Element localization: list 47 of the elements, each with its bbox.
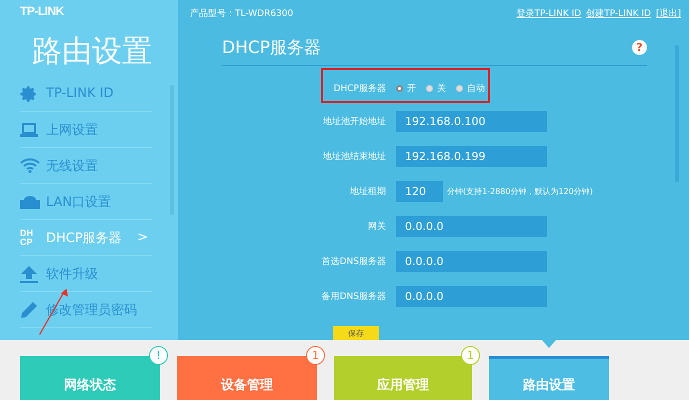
sidebar-item[interactable]: 上网设置 xyxy=(20,112,152,148)
header-link[interactable]: [退出] xyxy=(656,7,681,20)
help-button[interactable]: ? xyxy=(632,40,647,55)
input-field[interactable]: 192.168.0.199 xyxy=(396,146,547,167)
sidebar-item[interactable]: 软件升级 xyxy=(20,256,152,292)
input-field[interactable]: 192.168.0.100 xyxy=(396,111,547,132)
model-label: 产品型号：TL-WDR6300 xyxy=(190,8,294,20)
nav-tile[interactable]: 路由设置 xyxy=(489,356,609,400)
field-label: 备用DNS服务器 xyxy=(320,290,386,303)
dhcp-icon: DH CP xyxy=(20,228,33,246)
input-field[interactable]: 0.0.0.0 xyxy=(396,251,547,272)
nav-tile[interactable]: 网络状态 xyxy=(20,356,160,400)
field-label: 地址池开始地址 xyxy=(322,116,386,128)
field-label: DHCP服务器 xyxy=(332,82,386,94)
sidebar-item[interactable]: 无线设置 xyxy=(20,148,152,184)
logo: TP-LINK xyxy=(20,3,65,18)
input-field[interactable]: 120 xyxy=(396,181,443,202)
field-label: 网关 xyxy=(367,220,386,233)
input-field[interactable]: 0.0.0.0 xyxy=(396,216,547,237)
radio-option[interactable]: 自动 xyxy=(456,82,485,94)
wifi-icon xyxy=(20,158,40,173)
radio-option[interactable]: 关 xyxy=(426,82,446,94)
input-field[interactable]: 0.0.0.0 xyxy=(396,286,547,307)
field-label: 地址租期 xyxy=(349,186,386,198)
radio-button[interactable] xyxy=(396,84,403,92)
upload-icon xyxy=(20,264,38,282)
header-link[interactable]: 登录TP-LINK ID xyxy=(516,7,582,20)
field-label: 首选DNS服务器 xyxy=(320,256,386,268)
sidebar-item[interactable]: DH CP DHCP服务器 > xyxy=(20,220,152,256)
field-label: 地址池结束地址 xyxy=(322,150,386,163)
radio-button[interactable] xyxy=(426,84,433,92)
pencil-icon xyxy=(20,300,38,318)
panel-title: DHCP服务器 xyxy=(222,37,321,59)
sidebar-item[interactable]: LAN口设置 xyxy=(20,184,152,220)
notification-badge: 1 xyxy=(306,346,325,365)
notification-badge: ! xyxy=(149,346,168,365)
router-icon xyxy=(20,194,40,209)
hint-text: 分钟(支持1-2880分钟，默认为120分钟) xyxy=(447,186,593,197)
sidebar-title: 路由设置 xyxy=(31,33,153,71)
sidebar-item[interactable]: TP-LINK ID xyxy=(20,76,152,112)
radio-button[interactable] xyxy=(456,84,463,92)
gear-icon xyxy=(20,84,38,102)
save-button[interactable]: 保存 xyxy=(333,326,379,340)
laptop-icon xyxy=(20,122,38,136)
notification-badge: 1 xyxy=(461,346,480,365)
radio-option[interactable]: 开 xyxy=(396,82,416,94)
header-link[interactable]: 创建TP-LINK ID xyxy=(586,7,651,20)
